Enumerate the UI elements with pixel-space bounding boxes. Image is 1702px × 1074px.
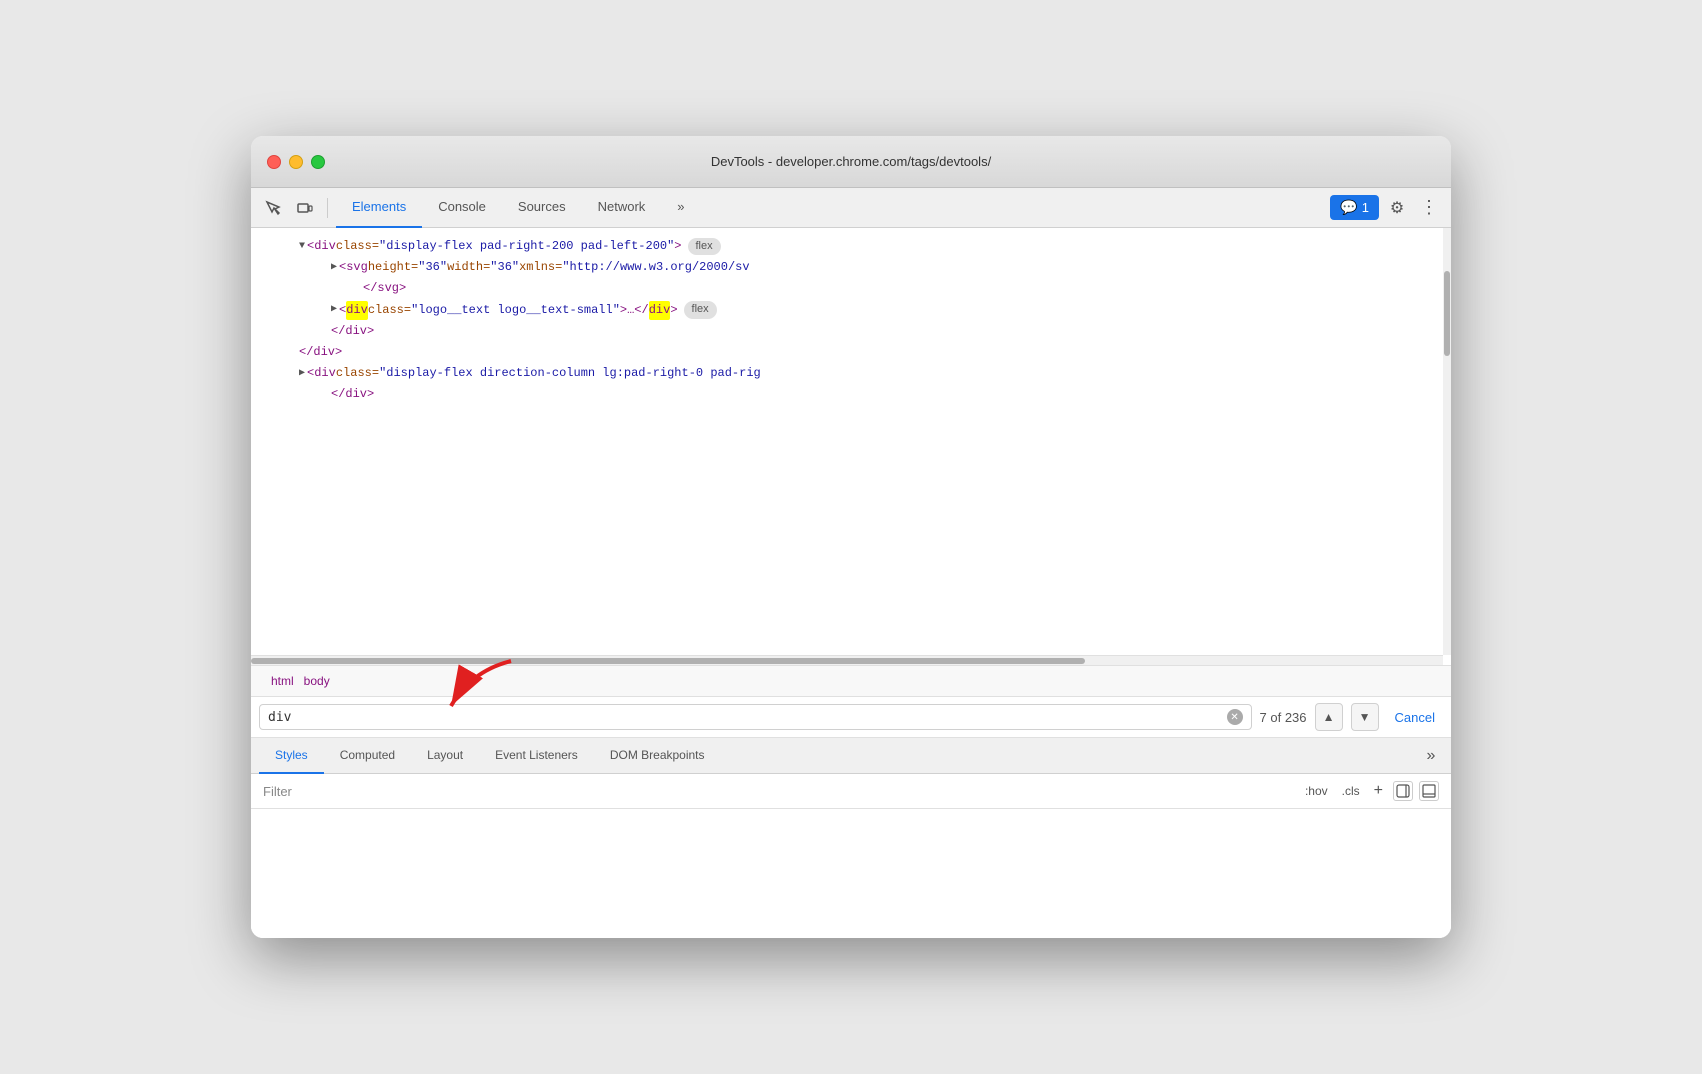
html-line[interactable]: ▶ <svg height="36" width="36" xmlns="htt… [251,257,1451,278]
search-bar: ✕ 7 of 236 ▲ ▼ Cancel [251,697,1451,738]
horizontal-scrollbar[interactable] [251,655,1443,665]
devtools-panel: Elements Console Sources Network » 💬 [251,188,1451,938]
breadcrumb-body[interactable]: body [300,672,334,690]
cancel-search-button[interactable]: Cancel [1387,706,1443,729]
bottom-panel: Styles Computed Layout Event Listeners D… [251,738,1451,938]
tab-styles[interactable]: Styles [259,738,324,774]
tab-elements[interactable]: Elements [336,188,422,228]
tab-network[interactable]: Network [582,188,662,228]
close-button[interactable] [267,155,281,169]
html-line[interactable]: ▶ <div class="display-flex direction-col… [251,363,1451,384]
tab-layout[interactable]: Layout [411,738,479,774]
html-line[interactable]: </div> [251,321,1451,342]
html-panel[interactable]: ▼ <div class="display-flex pad-right-200… [251,228,1451,666]
clear-search-button[interactable]: ✕ [1227,709,1243,725]
flex-badge: flex [688,238,721,256]
scrollbar-thumb [1444,271,1450,356]
tab-computed[interactable]: Computed [324,738,411,774]
filter-actions: :hov .cls + [1301,780,1439,802]
tab-dom-breakpoints[interactable]: DOM Breakpoints [594,738,721,774]
filter-label: Filter [263,784,1293,799]
chat-icon: 💬 [1340,199,1357,216]
devtools-window: DevTools - developer.chrome.com/tags/dev… [251,136,1451,938]
expand-arrow: ▶ [331,260,337,276]
add-style-button[interactable]: + [1370,780,1387,802]
html-line[interactable]: </svg> [251,278,1451,299]
expand-arrow: ▶ [331,302,337,318]
expand-arrow: ▼ [299,239,305,255]
notifications-button[interactable]: 💬 1 [1330,195,1379,220]
hov-button[interactable]: :hov [1301,782,1332,800]
main-toolbar: Elements Console Sources Network » 💬 [251,188,1451,228]
highlighted-close-tag: div [649,301,671,320]
settings-button[interactable]: ⚙ [1383,194,1411,222]
window-title: DevTools - developer.chrome.com/tags/dev… [711,154,991,169]
minimize-button[interactable] [289,155,303,169]
tab-console[interactable]: Console [422,188,502,228]
html-line[interactable]: </div> [251,384,1451,405]
search-count: 7 of 236 [1260,710,1307,725]
inspect-element-button[interactable] [259,194,287,222]
flex-badge: flex [684,301,717,319]
device-toggle-button[interactable] [291,194,319,222]
cls-button[interactable]: .cls [1338,782,1364,800]
html-line[interactable]: ▶ < div class="logo__text logo__text-sma… [251,300,1451,321]
html-line[interactable]: ▼ <div class="display-flex pad-right-200… [251,236,1451,257]
search-next-button[interactable]: ▼ [1351,703,1379,731]
more-options-button[interactable]: ⋮ [1415,194,1443,222]
toggle-sidebar-button[interactable] [1393,781,1413,801]
breadcrumb-bar: html body [251,666,1451,697]
gear-icon: ⚙ [1390,198,1404,218]
search-input-wrapper: ✕ [259,704,1252,730]
tab-more[interactable]: » [661,188,700,228]
panel-more-button[interactable]: » [1419,744,1443,768]
breadcrumb-html[interactable]: html [267,672,298,690]
filter-bar: Filter :hov .cls + [251,774,1451,809]
toolbar-right: 💬 1 ⚙ ⋮ [1330,194,1443,222]
maximize-button[interactable] [311,155,325,169]
expand-arrow: ▶ [299,366,305,382]
panel-more-icon: » [1427,747,1436,765]
toolbar-divider-1 [327,198,328,218]
html-line[interactable]: </div> [251,342,1451,363]
main-tab-list: Elements Console Sources Network » [336,188,1326,228]
highlighted-tag: div [346,301,368,320]
panel-tabs: Styles Computed Layout Event Listeners D… [251,738,1451,774]
traffic-lights [267,155,325,169]
search-input[interactable] [268,710,1219,725]
tab-event-listeners[interactable]: Event Listeners [479,738,594,774]
scrollbar-h-thumb [251,658,1085,664]
tab-sources[interactable]: Sources [502,188,582,228]
titlebar: DevTools - developer.chrome.com/tags/dev… [251,136,1451,188]
color-picker-button[interactable] [1419,781,1439,801]
vertical-scrollbar[interactable] [1443,228,1451,655]
search-prev-button[interactable]: ▲ [1315,703,1343,731]
more-icon: ⋮ [1420,197,1438,218]
